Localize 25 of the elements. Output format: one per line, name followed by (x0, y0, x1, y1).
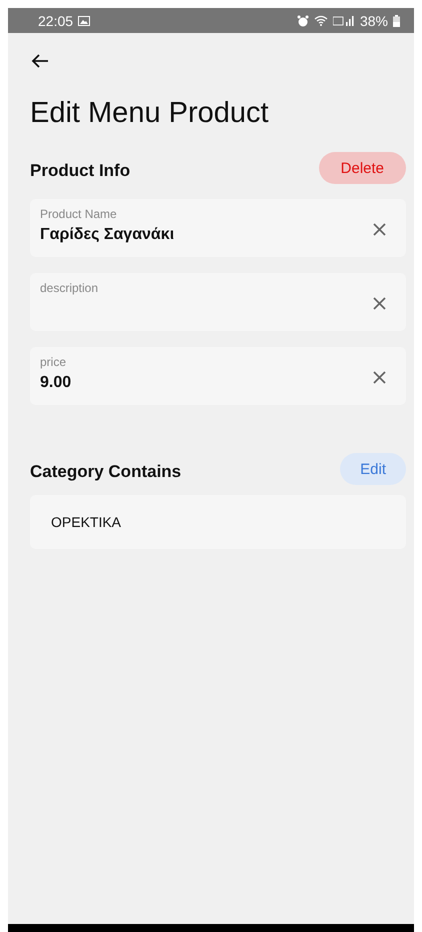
delete-button[interactable]: Delete (318, 152, 406, 184)
edit-button[interactable]: Edit (340, 453, 406, 485)
section-heading: Category Contains (30, 462, 182, 482)
battery-percent: 38% (360, 12, 388, 28)
page-title: Edit Menu Product (30, 97, 270, 130)
field-label: price (40, 355, 68, 369)
back-arrow-icon[interactable] (31, 53, 49, 69)
text-field[interactable]: price 9.00 (30, 347, 406, 405)
image-icon (78, 16, 90, 26)
status-time: 22:05 (38, 12, 74, 28)
text-field[interactable]: Product Name Γαρίδες Σαγανάκι (30, 199, 406, 257)
clear-icon[interactable] (373, 297, 386, 310)
field-label: Product Name (40, 207, 118, 221)
alarm-icon (296, 14, 309, 26)
clear-icon[interactable] (373, 371, 386, 384)
field-label: description (40, 281, 100, 295)
clear-icon[interactable] (373, 223, 386, 236)
category-item: ΟΡΕΚΤΙΚΑ (51, 514, 122, 530)
signal-icon (332, 15, 355, 26)
text-field[interactable]: description (30, 273, 406, 331)
battery-icon (393, 14, 400, 26)
wifi-icon (314, 15, 328, 26)
field-value: Γαρίδες Σαγανάκι (40, 226, 176, 244)
field-value: 9.00 (40, 374, 72, 392)
section-heading: Product Info (30, 161, 130, 181)
